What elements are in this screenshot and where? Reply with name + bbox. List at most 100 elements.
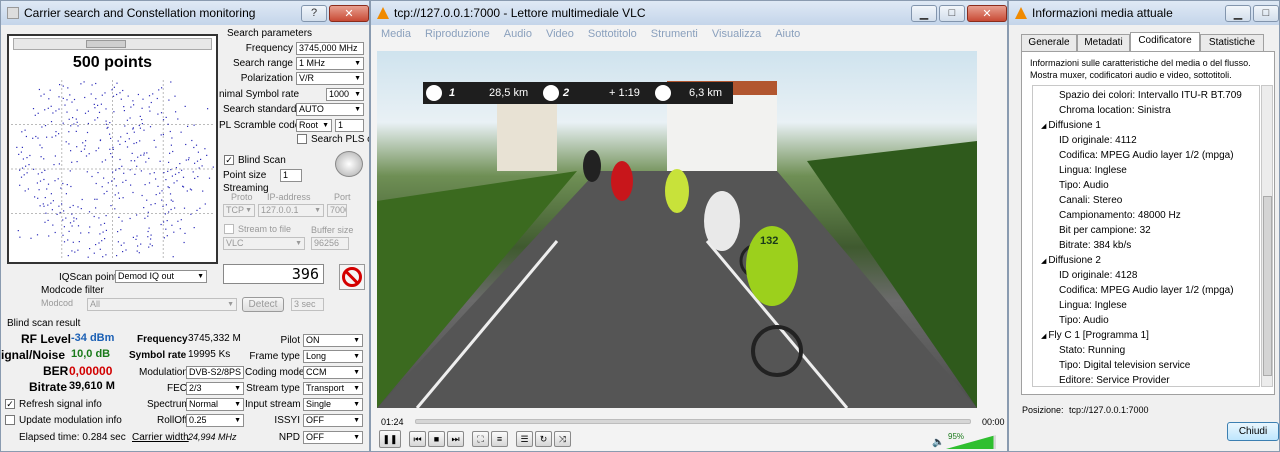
blind-scan-checkbox[interactable]: ✓: [224, 155, 234, 165]
constellation-point: [212, 166, 214, 168]
fec-select[interactable]: 2/3 ▼: [186, 382, 244, 395]
menu-visualizza[interactable]: Visualizza: [712, 28, 761, 40]
constellation-scrollbar[interactable]: [13, 38, 212, 50]
detect-time-select[interactable]: 3 sec: [291, 298, 324, 311]
playlist-icon[interactable]: ☰: [516, 431, 533, 447]
extended-settings-icon[interactable]: ≡: [491, 431, 508, 447]
coding-mode-select[interactable]: CCM ▼: [303, 366, 363, 379]
constellation-point: [148, 106, 150, 108]
menu-strumenti[interactable]: Strumenti: [651, 28, 698, 40]
menu-video[interactable]: Video: [546, 28, 574, 40]
ip-address-select[interactable]: 127.0.0.1 ▼: [258, 204, 324, 217]
port-input[interactable]: 7000: [327, 204, 347, 217]
loop-icon[interactable]: ↻: [535, 431, 552, 447]
constellation-point: [145, 161, 147, 163]
menu-audio[interactable]: Audio: [504, 28, 532, 40]
stop-playback-icon[interactable]: ■: [428, 431, 445, 447]
constellation-point: [192, 171, 194, 173]
pilot-select[interactable]: ON ▼: [303, 334, 363, 347]
spectrum-value: Normal: [189, 399, 219, 409]
menu-aiuto[interactable]: Aiuto: [775, 28, 800, 40]
constellation-point: [136, 165, 138, 167]
minimize-button[interactable]: ▁: [911, 4, 937, 22]
refresh-checkbox[interactable]: ✓: [5, 399, 15, 409]
pause-icon[interactable]: ❚❚: [379, 430, 401, 448]
close-info-button[interactable]: Chiudi: [1227, 422, 1279, 441]
issyi-select[interactable]: OFF ▼: [303, 414, 363, 427]
tab-statistiche[interactable]: Statistiche: [1200, 34, 1264, 51]
search-range-select[interactable]: 1 MHz ▼: [296, 57, 364, 70]
info-maximize-button[interactable]: □: [1253, 4, 1279, 22]
stream-to-file-checkbox[interactable]: [224, 224, 234, 234]
video-area[interactable]: 1 28,5 km 2 + 1:19 6,3 km 132: [377, 51, 977, 408]
stream-type-select[interactable]: Transport ▼: [303, 382, 363, 395]
shuffle-icon[interactable]: ⤨: [554, 431, 571, 447]
vlc-close-button[interactable]: ✕: [967, 4, 1007, 22]
polarization-select[interactable]: V/R ▼: [296, 72, 364, 85]
constellation-point: [124, 140, 126, 143]
constellation-point: [25, 165, 27, 167]
frequency-input[interactable]: 3745,000 MHz: [296, 42, 364, 55]
tree-item: Stato: Running: [1033, 343, 1259, 358]
osd-gap: + 1:19: [609, 87, 640, 99]
input-stream-value: Single: [306, 399, 332, 409]
speaker-icon[interactable]: 🔈: [932, 437, 944, 448]
detect-button[interactable]: Detect: [242, 297, 284, 312]
stop-icon[interactable]: [339, 264, 365, 290]
info-minimize-button[interactable]: ▁: [1225, 4, 1251, 22]
next-icon[interactable]: ⏭: [447, 431, 464, 447]
maximize-button[interactable]: □: [939, 4, 965, 22]
tab-generale[interactable]: Generale: [1021, 34, 1077, 51]
constellation-point: [193, 227, 195, 229]
fullscreen-icon[interactable]: ⛶: [472, 431, 489, 447]
tab-codificatore[interactable]: Codificatore: [1130, 32, 1200, 52]
constellation-point: [150, 204, 152, 206]
pl-scramble-value: Root: [299, 120, 319, 130]
pl-scramble-number[interactable]: 1: [335, 119, 364, 132]
constellation-point: [188, 157, 190, 159]
search-standard-select[interactable]: AUTO ▼: [296, 103, 364, 116]
scroll-thumb[interactable]: [86, 40, 126, 48]
tree-item: Campionamento: 48000 Hz: [1033, 208, 1259, 223]
constellation-point: [48, 98, 50, 100]
tree-item-text: Bitrate: 384 kb/s: [1059, 240, 1132, 251]
seek-bar[interactable]: [415, 419, 971, 424]
constellation-point: [36, 182, 38, 184]
tree-group[interactable]: ◢ Fly C 1 [Programma 1]: [1033, 328, 1259, 343]
symbol-rate-select[interactable]: 1000 ▼: [326, 88, 364, 101]
previous-icon[interactable]: ⏮: [409, 431, 426, 447]
npd-select[interactable]: OFF ▼: [303, 431, 363, 444]
constellation-point: [88, 153, 90, 155]
volume-slider[interactable]: [946, 435, 996, 449]
input-stream-select[interactable]: Single ▼: [303, 398, 363, 411]
tab-metadati[interactable]: Metadati: [1077, 34, 1130, 51]
update-modulation-checkbox[interactable]: [5, 415, 15, 425]
menu-media[interactable]: Media: [381, 28, 411, 40]
tree-group[interactable]: ◢ Diffusione 2: [1033, 253, 1259, 268]
constellation-point: [19, 236, 21, 238]
blind-scan-label: Blind Scan: [238, 155, 286, 166]
help-button[interactable]: ?: [301, 4, 327, 22]
search-pls-checkbox[interactable]: [297, 134, 307, 144]
pl-scramble-select[interactable]: Root ▼: [296, 119, 332, 132]
constellation-point: [71, 161, 73, 163]
menu-sottotitolo[interactable]: Sottotitolo: [588, 28, 637, 40]
menu-riproduzione[interactable]: Riproduzione: [425, 28, 490, 40]
modulation-select[interactable]: DVB-S2/8PS: [186, 366, 244, 379]
point-size-input[interactable]: 1: [280, 169, 302, 182]
tree-scroll-thumb[interactable]: [1263, 196, 1272, 376]
constellation-point: [130, 184, 132, 186]
rolloff-select[interactable]: 0.25 ▼: [186, 414, 244, 427]
stream-target-select[interactable]: VLC ▼: [223, 237, 305, 250]
frame-type-select[interactable]: Long ▼: [303, 350, 363, 363]
spectrum-select[interactable]: Normal ▼: [186, 398, 244, 411]
blind-scan-icon[interactable]: [335, 151, 363, 177]
tree-group[interactable]: ◢ Diffusione 1: [1033, 118, 1259, 133]
buffer-size-input[interactable]: 96256: [311, 237, 349, 250]
modcode-select[interactable]: All ▼: [87, 298, 237, 311]
iqscan-select[interactable]: Demod IQ out ▼: [115, 270, 207, 283]
proto-select[interactable]: TCP ▼: [223, 204, 255, 217]
constellation-point: [154, 203, 156, 205]
close-button[interactable]: ✕: [329, 4, 369, 22]
tree-scrollbar[interactable]: [1261, 85, 1273, 387]
